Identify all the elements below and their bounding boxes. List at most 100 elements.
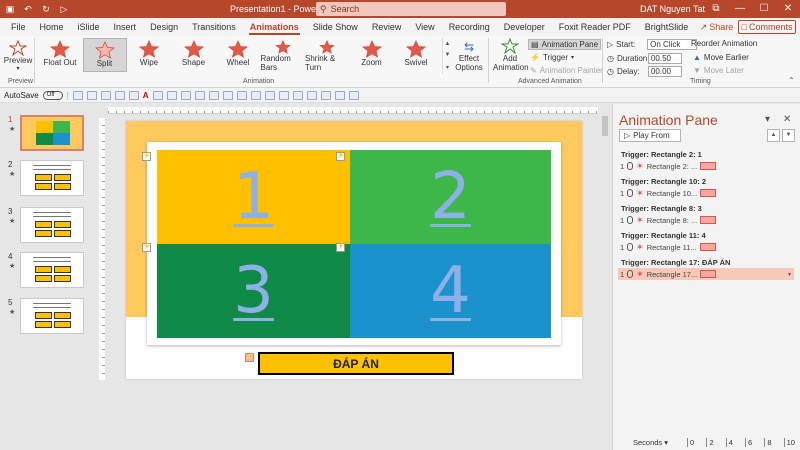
rotate-icon[interactable]	[292, 90, 303, 100]
tile-1[interactable]: 1	[157, 150, 350, 244]
distribute-icon[interactable]	[114, 90, 125, 100]
tab-islide[interactable]: iSlide	[71, 18, 107, 36]
pane-options-icon[interactable]: ▾	[765, 114, 770, 125]
effect-shrink-turn[interactable]: Shrink & Turn	[305, 38, 349, 72]
animation-painter-button[interactable]: ✎ Animation Painter	[530, 66, 603, 75]
animation-item[interactable]: 1 ✶ Rectangle 8: ...	[618, 214, 794, 226]
animation-pane-button[interactable]: ▤ Animation Pane	[528, 39, 602, 50]
effect-wheel[interactable]: Wheel	[216, 38, 260, 72]
move-earlier-button[interactable]: ▲ Move Earlier	[693, 53, 749, 62]
selection-pane-icon[interactable]	[334, 90, 345, 100]
layout-icon[interactable]	[72, 90, 83, 100]
tab-recording[interactable]: Recording	[442, 18, 497, 36]
autosave-toggle[interactable]: Off	[42, 90, 63, 100]
slide-thumbnail[interactable]: 1 ★	[4, 115, 94, 155]
ribbon-display-icon[interactable]: ⧉	[704, 0, 728, 18]
effect-float-out[interactable]: Float Out	[38, 38, 82, 72]
tab-animations[interactable]: Animations	[243, 18, 306, 36]
duration-field[interactable]: 00.50	[647, 53, 682, 64]
effect-wipe[interactable]: Wipe	[127, 38, 171, 72]
gallery-more-icon[interactable]: ▾	[446, 64, 449, 71]
maximize-button[interactable]: ☐	[752, 0, 776, 18]
seconds-dropdown[interactable]: Seconds ▾	[633, 438, 668, 447]
tile-3[interactable]: 3	[157, 244, 350, 338]
tab-home[interactable]: Home	[33, 18, 71, 36]
outline-icon[interactable]	[166, 90, 177, 100]
animation-item[interactable]: 1 ✶ Rectangle 11...	[618, 241, 794, 253]
gallery-up-icon[interactable]: ▲	[445, 41, 451, 47]
gallery-scroll[interactable]: ▲ ▼ ▾	[442, 38, 452, 74]
slide-thumbnail[interactable]: 5 ★	[4, 298, 94, 338]
smartart-icon[interactable]	[264, 90, 275, 100]
move-later-button[interactable]: ▼ Move Later	[693, 66, 744, 75]
timing-bar[interactable]	[699, 243, 716, 251]
slide-canvas[interactable]: 1 2 3 4 ⚡ ⚡ ⚡ ⚡ ⚡ ĐÁP ÁN	[126, 121, 582, 379]
pane-close-icon[interactable]: ✕	[783, 114, 791, 125]
animation-item[interactable]: 1 ✶ Rectangle 17... ▾	[618, 268, 794, 280]
timing-bar[interactable]	[700, 162, 717, 170]
arrange-icon[interactable]	[278, 90, 289, 100]
tab-slide-show[interactable]: Slide Show	[306, 18, 365, 36]
tab-view[interactable]: View	[408, 18, 441, 36]
timing-bar[interactable]	[700, 216, 717, 224]
item-dropdown-icon[interactable]: ▾	[788, 271, 794, 278]
timing-bar[interactable]	[700, 270, 717, 278]
crop-icon[interactable]	[86, 90, 97, 100]
textbox-icon[interactable]	[250, 90, 261, 100]
slide-thumbnail[interactable]: 2 ★	[4, 160, 94, 200]
close-button[interactable]: ✕	[776, 0, 800, 18]
timing-bar[interactable]	[700, 189, 717, 197]
animation-trigger-icon[interactable]: ⚡	[142, 243, 151, 252]
effect-swivel[interactable]: Swivel	[394, 38, 438, 72]
tile-4[interactable]: 4	[350, 244, 551, 338]
search-box[interactable]: ⚲ Search	[316, 2, 506, 16]
effect-split[interactable]: Split	[82, 38, 127, 72]
move-up-icon[interactable]: ▲	[767, 129, 780, 142]
tab-brightslide[interactable]: BrightSlide	[638, 18, 696, 36]
undo-icon[interactable]: ↶	[22, 3, 34, 15]
user-name[interactable]: DAT Nguyen Tat	[640, 4, 705, 14]
gallery-down-icon[interactable]: ▼	[445, 52, 451, 58]
chart-icon[interactable]	[222, 90, 233, 100]
add-animation-button[interactable]: Add Animation	[493, 38, 529, 72]
shape-icon[interactable]	[180, 90, 191, 100]
tab-insert[interactable]: Insert	[107, 18, 144, 36]
pen-icon[interactable]	[194, 90, 205, 100]
send-back-icon[interactable]	[320, 90, 331, 100]
effect-zoom[interactable]: Zoom	[350, 38, 394, 72]
animation-trigger-icon[interactable]: ⚡	[142, 152, 151, 161]
start-select[interactable]: On Click	[647, 39, 698, 50]
tab-foxit-reader-pdf[interactable]: Foxit Reader PDF	[552, 18, 638, 36]
scrollbar-thumb[interactable]	[602, 116, 608, 136]
animation-item[interactable]: 1 ✶ Rectangle 2: ...	[618, 160, 794, 172]
slide-thumbnail[interactable]: 3 ★	[4, 207, 94, 247]
tab-transitions[interactable]: Transitions	[185, 18, 243, 36]
animation-trigger-icon[interactable]: ⚡	[245, 353, 254, 362]
comments-button[interactable]: □ Comments	[738, 20, 796, 34]
effect-random-bars[interactable]: Random Bars	[261, 38, 305, 72]
table-icon[interactable]	[208, 90, 219, 100]
fill-icon[interactable]	[152, 90, 163, 100]
tile-2[interactable]: 2	[350, 150, 551, 244]
tab-review[interactable]: Review	[365, 18, 409, 36]
preview-button[interactable]: Preview ▾	[4, 40, 32, 72]
effect-shape[interactable]: Shape	[172, 38, 216, 72]
effect-options-button[interactable]: ⇆ Effect Options	[454, 40, 484, 72]
align-icon[interactable]	[100, 90, 111, 100]
bring-front-icon[interactable]	[306, 90, 317, 100]
tab-design[interactable]: Design	[143, 18, 185, 36]
play-from-button[interactable]: ▷ Play From	[619, 129, 681, 142]
move-down-icon[interactable]: ▼	[782, 129, 795, 142]
font-color-icon[interactable]: A	[143, 91, 149, 100]
trigger-button[interactable]: ⚡ Trigger ▾	[530, 53, 574, 62]
tab-developer[interactable]: Developer	[497, 18, 552, 36]
present-icon[interactable]: ▷	[58, 3, 70, 15]
tab-file[interactable]: File	[4, 18, 33, 36]
collapse-ribbon-icon[interactable]: ⌃	[788, 76, 795, 85]
group-icon[interactable]	[128, 90, 139, 100]
more-commands-icon[interactable]	[348, 90, 359, 100]
redo-icon[interactable]: ↻	[40, 3, 52, 15]
minimize-button[interactable]: —	[728, 0, 752, 18]
animation-item[interactable]: 1 ✶ Rectangle 10...	[618, 187, 794, 199]
slide-scrollbar[interactable]	[600, 104, 610, 450]
